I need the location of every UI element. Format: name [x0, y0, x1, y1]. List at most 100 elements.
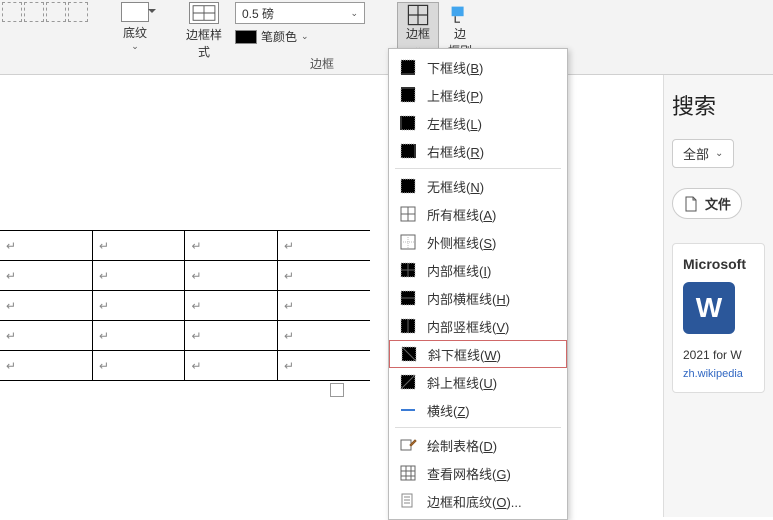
menu-item-borders-shading[interactable]: 边框和底纹(O)...	[389, 487, 567, 515]
pen-color-swatch	[235, 30, 257, 44]
horizontal-line-icon	[399, 401, 417, 419]
border-top-icon	[399, 86, 417, 104]
shading-button[interactable]: 底纹 ⌄	[115, 2, 155, 52]
table-cell[interactable]: ↵	[277, 291, 370, 321]
table-cell[interactable]: ↵	[92, 261, 185, 291]
table-cell[interactable]: ↵	[185, 351, 278, 381]
menu-item-border-none[interactable]: 无框线(N)	[389, 172, 567, 200]
ribbon-group-label: 边框	[310, 55, 334, 72]
menu-item-horizontal-line[interactable]: 横线(Z)	[389, 396, 567, 424]
menu-item-label: 查看网格线(G)	[427, 464, 511, 483]
menu-item-label: 内部竖框线(V)	[427, 317, 509, 336]
search-result-card[interactable]: Microsoft W 2021 for W zh.wikipedia	[672, 243, 765, 393]
table-cell[interactable]: ↵	[277, 261, 370, 291]
table-cell[interactable]: ↵	[277, 231, 370, 261]
border-painter-icon	[448, 5, 472, 25]
menu-item-border-all[interactable]: 所有框线(A)	[389, 200, 567, 228]
menu-item-border-diag-down[interactable]: 斜下框线(W)	[389, 340, 567, 368]
table-cell[interactable]: ↵	[0, 261, 92, 291]
table-cell[interactable]: ↵	[277, 351, 370, 381]
table-cell[interactable]: ↵	[92, 291, 185, 321]
pen-color-button[interactable]: 笔颜色 ⌄	[235, 28, 365, 45]
borders-dropdown-menu: 下框线(B) 上框线(P) 左框线(L) 右框线(R) 无框线(N) 所有框线(A) 外侧框…	[388, 48, 568, 520]
table-cell[interactable]: ↵	[0, 291, 92, 321]
chevron-down-icon: ⌄	[131, 41, 139, 52]
borders-shading-icon	[399, 492, 417, 510]
menu-item-view-gridlines[interactable]: 查看网格线(G)	[389, 459, 567, 487]
menu-item-border-right[interactable]: 右框线(R)	[389, 137, 567, 165]
menu-item-border-inside[interactable]: 内部框线(I)	[389, 256, 567, 284]
pattern-cell[interactable]	[2, 2, 22, 22]
view-gridlines-icon	[399, 464, 417, 482]
borders-icon	[406, 5, 430, 25]
menu-item-label: 右框线(R)	[427, 142, 484, 161]
border-pattern-gallery[interactable]	[0, 0, 100, 26]
menu-item-border-inside-v[interactable]: 内部竖框线(V)	[389, 312, 567, 340]
chevron-down-icon: ⌄	[301, 31, 309, 42]
table-cell[interactable]: ↵	[0, 321, 92, 351]
menu-item-label: 所有框线(A)	[427, 205, 496, 224]
border-left-icon	[399, 114, 417, 132]
border-outside-icon	[399, 233, 417, 251]
border-weight-select[interactable]: 0.5 磅 ⌄	[235, 2, 365, 24]
search-pane-title: 搜索	[672, 89, 765, 121]
chevron-down-icon: ⌄	[350, 8, 358, 19]
menu-item-label: 上框线(P)	[427, 86, 483, 105]
menu-item-border-diag-up[interactable]: 斜上框线(U)	[389, 368, 567, 396]
result-source-link: zh.wikipedia	[683, 368, 754, 380]
border-weight-value: 0.5 磅	[242, 5, 274, 22]
table-cell[interactable]: ↵	[92, 321, 185, 351]
border-all-icon	[399, 205, 417, 223]
table-cell[interactable]: ↵	[185, 321, 278, 351]
pattern-cell[interactable]	[46, 2, 66, 22]
menu-item-border-bottom[interactable]: 下框线(B)	[389, 53, 567, 81]
table-cell[interactable]: ↵	[92, 351, 185, 381]
menu-item-draw-table[interactable]: 绘制表格(D)	[389, 431, 567, 459]
border-inside-h-icon	[399, 289, 417, 307]
result-title: Microsoft	[683, 256, 754, 272]
table-cell[interactable]: ↵	[185, 291, 278, 321]
menu-item-border-inside-h[interactable]: 内部横框线(H)	[389, 284, 567, 312]
menu-item-border-outside[interactable]: 外侧框线(S)	[389, 228, 567, 256]
menu-separator	[395, 427, 561, 428]
border-none-icon	[399, 177, 417, 195]
menu-item-label: 绘制表格(D)	[427, 436, 497, 455]
shading-icon	[121, 2, 149, 22]
menu-item-label: 斜上框线(U)	[427, 373, 497, 392]
menu-item-border-top[interactable]: 上框线(P)	[389, 81, 567, 109]
pattern-cell[interactable]	[68, 2, 88, 22]
border-inside-v-icon	[399, 317, 417, 335]
editable-table[interactable]: ↵↵↵↵↵↵↵↵↵↵↵↵↵↵↵↵↵↵↵↵	[0, 230, 370, 381]
table-cell[interactable]: ↵	[185, 231, 278, 261]
menu-item-label: 内部框线(I)	[427, 261, 491, 280]
ribbon: 底纹 ⌄ 边框样 式 0.5 磅 ⌄ 笔颜色 ⌄ 边	[0, 0, 773, 75]
menu-item-label: 内部横框线(H)	[427, 289, 510, 308]
menu-separator	[395, 168, 561, 169]
border-right-icon	[399, 142, 417, 160]
table-cell[interactable]: ↵	[277, 321, 370, 351]
menu-item-label: 左框线(L)	[427, 114, 482, 133]
table-cell[interactable]: ↵	[92, 231, 185, 261]
menu-item-border-left[interactable]: 左框线(L)	[389, 109, 567, 137]
table-row: ↵↵↵↵	[0, 261, 370, 291]
menu-item-label: 斜下框线(W)	[428, 345, 501, 364]
menu-item-label: 边框和底纹(O)...	[427, 492, 522, 511]
table-cell[interactable]: ↵	[0, 351, 92, 381]
border-style-button[interactable]: 边框样 式	[180, 2, 228, 60]
table-cell[interactable]: ↵	[185, 261, 278, 291]
pen-color-label: 笔颜色	[261, 28, 297, 45]
table-cell[interactable]: ↵	[0, 231, 92, 261]
border-inside-icon	[399, 261, 417, 279]
file-icon	[683, 196, 699, 212]
menu-item-label: 下框线(B)	[427, 58, 483, 77]
search-pane: 搜索 全部 ⌄ 文件 Microsoft W 2021 for W zh.wik…	[663, 75, 773, 517]
pattern-cell[interactable]	[24, 2, 44, 22]
search-scope-button[interactable]: 全部 ⌄	[672, 139, 734, 168]
chevron-down-icon: ⌄	[715, 148, 723, 159]
draw-table-icon	[399, 436, 417, 454]
border-style-icon	[189, 2, 219, 24]
border-diag-down-icon	[400, 345, 418, 363]
result-subtitle: 2021 for W	[683, 348, 754, 362]
search-filter-file-chip[interactable]: 文件	[672, 188, 742, 219]
menu-item-label: 外侧框线(S)	[427, 233, 496, 252]
